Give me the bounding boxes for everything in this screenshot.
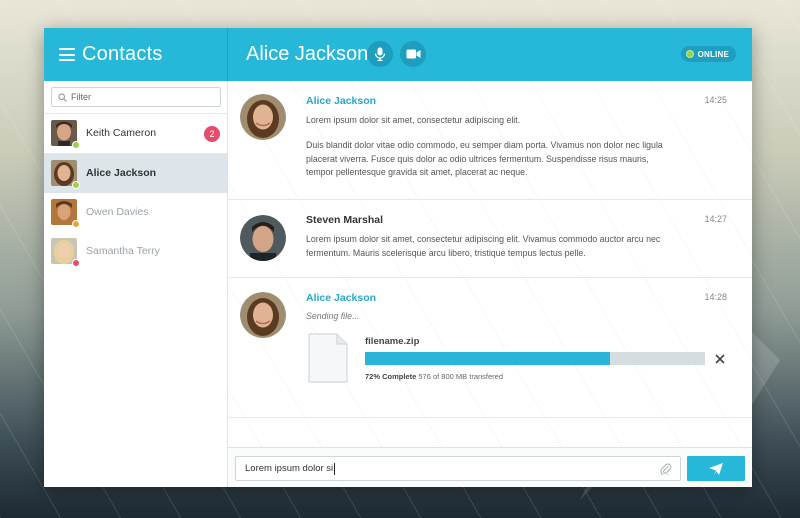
- header-bar: Contacts Alice Jackson ONLINE: [44, 28, 752, 81]
- contacts-title: Contacts: [82, 43, 163, 65]
- paperclip-icon[interactable]: [660, 462, 672, 475]
- message-item: Steven Marshal 14:27 Lorem ipsum dolor s…: [228, 200, 752, 278]
- message-item-file-transfer: Alice Jackson 14:28 Sending file... file…: [228, 278, 752, 418]
- unread-count-badge: 2: [204, 126, 220, 142]
- avatar: [240, 94, 286, 140]
- contact-name: Alice Jackson: [86, 167, 157, 179]
- avatar: [240, 292, 286, 338]
- message-time: 14:25: [704, 95, 727, 105]
- video-call-button[interactable]: [400, 41, 426, 67]
- message-input-value: Lorem ipsum dolor si: [245, 463, 334, 474]
- message-text: Lorem ipsum dolor sit amet, consectetur …: [306, 115, 521, 125]
- sending-status: Sending file...: [306, 311, 360, 321]
- contact-name: Owen Davies: [86, 206, 149, 218]
- progress-detail: 576 of 800 MB transfered: [418, 372, 504, 381]
- contact-item-owen-davies[interactable]: Owen Davies: [44, 193, 227, 232]
- contact-item-samantha-terry[interactable]: Samantha Terry: [44, 232, 227, 271]
- filter-placeholder: Filter: [71, 92, 91, 102]
- contacts-sidebar: Filter Keith Cameron 2 Alice Jackson Owe…: [44, 81, 228, 487]
- sender-name: Alice Jackson: [306, 292, 377, 304]
- message-time: 14:28: [704, 292, 727, 302]
- away-status-dot: [72, 220, 80, 228]
- busy-status-dot: [72, 259, 80, 267]
- online-status-badge: ONLINE: [680, 46, 736, 62]
- contact-name: Keith Cameron: [86, 127, 157, 139]
- message-text: Duis blandit dolor vitae odio commodo, e…: [306, 140, 663, 177]
- microphone-icon: [374, 47, 386, 61]
- file-icon: [308, 333, 348, 383]
- message-time: 14:27: [704, 214, 727, 224]
- contact-item-keith-cameron[interactable]: Keith Cameron 2: [44, 114, 227, 153]
- filter-input[interactable]: Filter: [51, 87, 221, 107]
- chat-title: Alice Jackson: [246, 43, 369, 65]
- chat-window: Contacts Alice Jackson ONLINE Filter Kei…: [44, 28, 752, 487]
- cancel-upload-close-icon[interactable]: [715, 354, 725, 364]
- sender-name: Alice Jackson: [306, 95, 377, 107]
- upload-progress-bar: [365, 352, 705, 365]
- online-status-dot: [72, 141, 80, 149]
- online-indicator-icon: [685, 50, 694, 58]
- message-item: Alice Jackson 14:25 Lorem ipsum dolor si…: [228, 81, 752, 200]
- progress-label: 72% Complete: [365, 372, 417, 381]
- upload-progress-fill: [365, 352, 610, 365]
- video-camera-icon: [406, 49, 420, 59]
- search-icon: [58, 92, 67, 102]
- online-status-dot: [72, 181, 80, 189]
- message-list: Alice Jackson 14:25 Lorem ipsum dolor si…: [228, 81, 752, 447]
- avatar: [240, 215, 286, 261]
- text-caret: [334, 462, 336, 475]
- contact-name: Samantha Terry: [86, 245, 160, 257]
- hamburger-menu-icon[interactable]: [59, 48, 75, 61]
- send-icon: [709, 462, 723, 475]
- online-status-label: ONLINE: [697, 49, 729, 59]
- voice-call-button[interactable]: [367, 41, 393, 67]
- message-input[interactable]: Lorem ipsum dolor si: [235, 456, 681, 481]
- contact-item-alice-jackson[interactable]: Alice Jackson: [44, 154, 227, 193]
- message-text: Lorem ipsum dolor sit amet, consectetur …: [306, 234, 661, 258]
- sender-name: Steven Marshal: [306, 214, 384, 226]
- contacts-header: Contacts: [44, 28, 228, 81]
- file-name: filename.zip: [365, 336, 420, 347]
- progress-text: 72% Complete 576 of 800 MB transfered: [365, 372, 503, 381]
- message-composer: Lorem ipsum dolor si: [228, 447, 752, 487]
- send-button[interactable]: [687, 456, 745, 481]
